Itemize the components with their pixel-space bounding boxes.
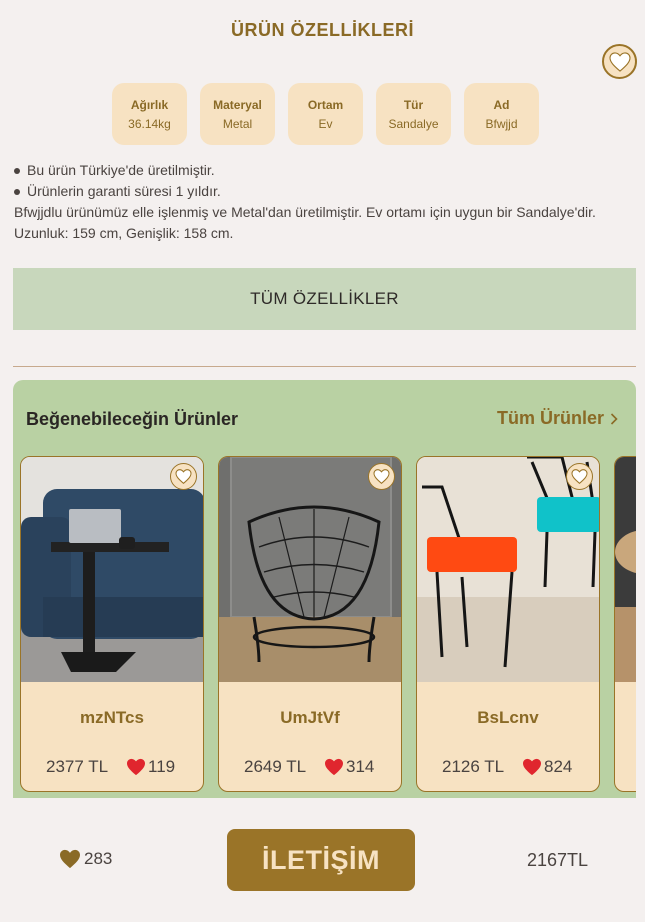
likes-count: 283 — [84, 849, 113, 868]
footer-like-button[interactable]: 283 — [59, 849, 112, 869]
feature-label: Ad — [493, 97, 510, 112]
feature-value: Bfwjjd — [485, 116, 518, 131]
divider — [13, 366, 636, 367]
heart-icon — [60, 849, 80, 869]
heart-outline-icon — [571, 469, 588, 484]
product-likes: 314 — [324, 757, 374, 777]
product-price: 2649 TL — [244, 757, 307, 776]
product-description: Bfwjjdlu ürünümüz elle işlenmiş ve Metal… — [14, 204, 596, 241]
feature-value: Metal — [222, 116, 253, 131]
bullet-icon — [14, 167, 20, 174]
product-price: 2167TL — [527, 850, 589, 870]
feature-value: 36.14kg — [128, 116, 171, 131]
feature-chip-type: Tür Sandalye — [376, 83, 451, 145]
feature-chip-material: Materyal Metal — [200, 83, 275, 145]
product-likes: 119 — [126, 757, 175, 777]
recommendations-section: Beğenebileceğin Ürünler Tüm Ürünler mzNT… — [13, 380, 636, 798]
feature-label: Ağırlık — [130, 97, 169, 112]
heart-icon — [523, 758, 541, 776]
all-products-label: Tüm Ürünler — [496, 408, 604, 428]
bullet-item: Bu ürün Türkiye'de üretilmiştir. — [14, 160, 634, 181]
heart-outline-icon — [608, 51, 631, 72]
likes-count: 824 — [544, 757, 573, 776]
feature-chip-name: Ad Bfwjjd — [464, 83, 539, 145]
heart-icon — [325, 758, 343, 776]
heart-outline-icon — [175, 469, 192, 484]
feature-chip-weight: Ağırlık 36.14kg — [112, 83, 187, 145]
product-image — [417, 457, 599, 682]
product-name: mzNTcs — [80, 708, 144, 727]
product-image — [615, 457, 636, 682]
bullet-text: Bu ürün Türkiye'de üretilmiştir. — [27, 162, 215, 178]
feature-label: Ortam — [307, 97, 344, 112]
card-favorite-button[interactable] — [566, 463, 593, 490]
bullet-icon — [14, 188, 20, 195]
feature-value: Ev — [318, 116, 333, 131]
product-carousel[interactable]: mzNTcs 2377 TL 119 UmJtVf 2649 TL 314 Bs… — [20, 456, 636, 792]
all-products-link[interactable]: Tüm Ürünler — [497, 408, 618, 429]
page-title: ÜRÜN ÖZELLİKLERİ — [231, 20, 414, 40]
product-image — [21, 457, 203, 682]
bullet-text: Ürünlerin garanti süresi 1 yıldır. — [27, 183, 221, 199]
feature-value: Sandalye — [388, 116, 439, 131]
chevron-right-icon — [610, 412, 618, 425]
recommendations-title: Beğenebileceğin Ürünler — [26, 409, 239, 429]
product-price: 2126 TL — [442, 757, 505, 776]
feature-label: Tür — [403, 97, 424, 112]
product-card[interactable] — [614, 456, 636, 792]
product-card[interactable]: UmJtVf 2649 TL 314 — [218, 456, 402, 792]
product-card[interactable]: BsLcnv 2126 TL 824 — [416, 456, 600, 792]
product-image — [219, 457, 401, 682]
product-card[interactable]: mzNTcs 2377 TL 119 — [20, 456, 204, 792]
card-favorite-button[interactable] — [368, 463, 395, 490]
bullet-item: Ürünlerin garanti süresi 1 yıldır. — [14, 181, 634, 202]
product-name: UmJtVf — [280, 708, 340, 727]
product-likes: 824 — [522, 757, 572, 777]
feature-chip-environment: Ortam Ev — [288, 83, 363, 145]
feature-label: Materyal — [213, 97, 262, 112]
contact-button[interactable]: İLETİŞİM — [227, 829, 415, 891]
product-price: 2377 TL — [46, 757, 109, 776]
heart-outline-icon — [373, 469, 390, 484]
feature-chips: Ağırlık 36.14kg Materyal Metal Ortam Ev … — [112, 83, 539, 145]
all-features-button[interactable]: TÜM ÖZELLİKLER — [13, 268, 636, 330]
likes-count: 314 — [346, 757, 375, 776]
card-favorite-button[interactable] — [170, 463, 197, 490]
heart-icon — [127, 758, 145, 776]
likes-count: 119 — [148, 757, 176, 776]
favorite-button[interactable] — [602, 44, 637, 79]
product-name: BsLcnv — [477, 708, 539, 727]
product-info: Bu ürün Türkiye'de üretilmiştir. Ürünler… — [14, 160, 634, 244]
